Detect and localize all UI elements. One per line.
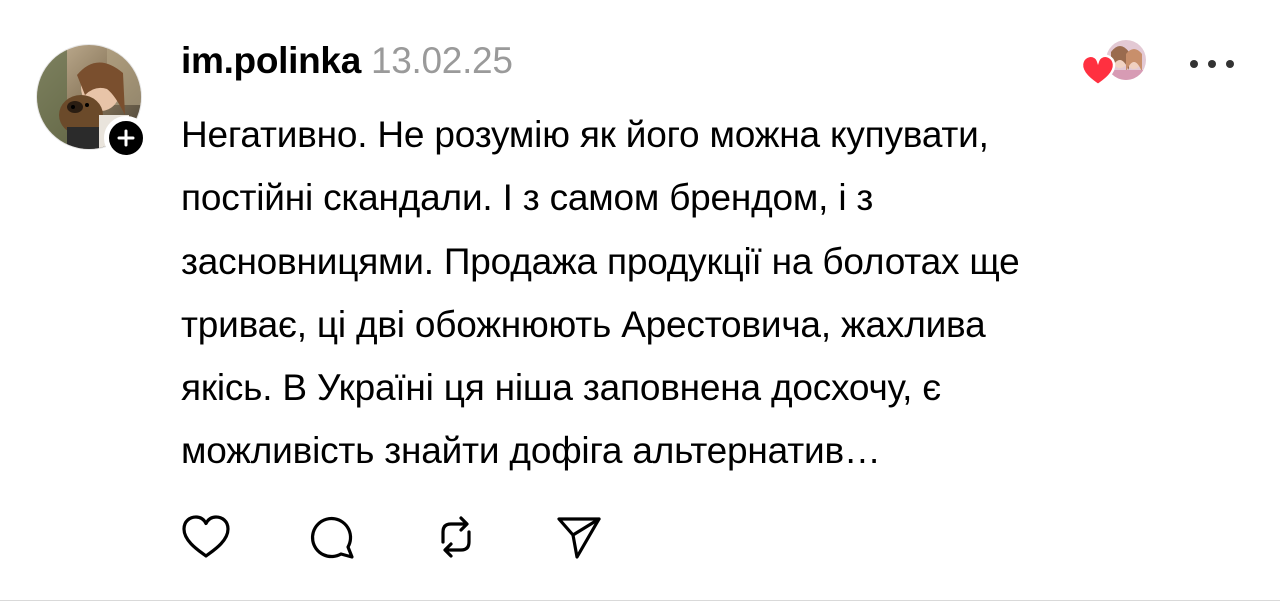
follow-button[interactable] bbox=[104, 116, 148, 160]
more-dot bbox=[1190, 60, 1198, 68]
thread-post: im.polinka 13.02.25 Негативно. Не розумі… bbox=[0, 0, 1280, 609]
post-header: im.polinka 13.02.25 bbox=[181, 40, 513, 90]
comment-button[interactable] bbox=[307, 512, 357, 562]
heart-icon bbox=[1080, 54, 1116, 87]
liked-by-indicator[interactable] bbox=[1078, 38, 1150, 88]
post-text-line: можливість знайти дофіга альтернатив… bbox=[181, 430, 881, 472]
more-dot bbox=[1208, 60, 1216, 68]
post-text-line: Негативно. Не розумію як його можна купу… bbox=[181, 114, 989, 155]
post-text-line: якісь. В Україні ця ніша заповнена досхо… bbox=[181, 367, 941, 409]
repost-button[interactable] bbox=[431, 512, 481, 562]
share-button[interactable] bbox=[554, 512, 604, 562]
plus-icon bbox=[117, 129, 135, 147]
more-options-button[interactable] bbox=[1190, 56, 1234, 72]
post-text-line: засновницями. Продажа продукції на болот… bbox=[181, 240, 1020, 282]
post-date: 13.02.25 bbox=[370, 40, 513, 81]
post-text-line: триває, ці дві обожнюють Арестовича, жах… bbox=[181, 303, 986, 345]
repost-icon bbox=[441, 516, 471, 558]
comment-icon bbox=[310, 516, 354, 559]
post-divider bbox=[0, 600, 1280, 601]
post-text: Негативно. Не розумію як його можна купу… bbox=[181, 103, 1261, 483]
author-avatar-container bbox=[36, 44, 148, 160]
send-icon bbox=[557, 517, 601, 559]
author-username[interactable]: im.polinka bbox=[181, 40, 361, 82]
like-button[interactable] bbox=[181, 512, 231, 562]
more-dot bbox=[1226, 60, 1234, 68]
post-text-line: постійні скандали. І з самом брендом, і … bbox=[181, 177, 874, 219]
heart-outline-icon bbox=[182, 515, 230, 558]
